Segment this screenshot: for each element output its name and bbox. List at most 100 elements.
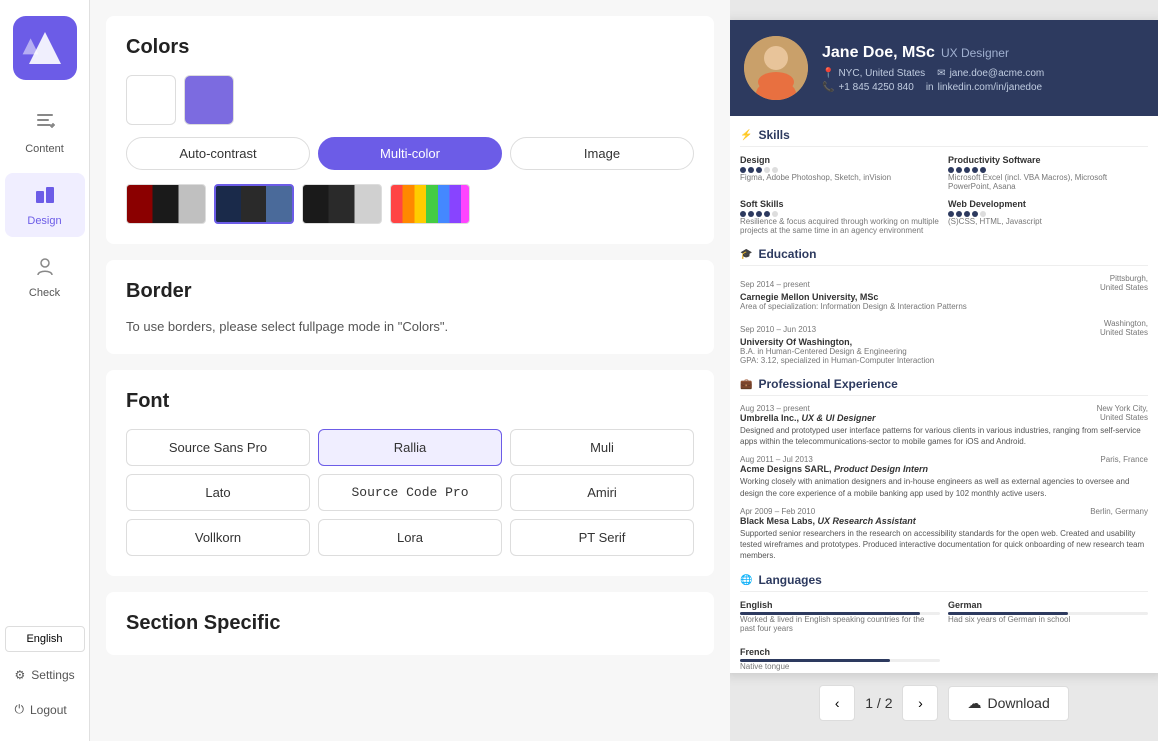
- sidebar-item-content[interactable]: Content: [5, 101, 85, 165]
- color-presets: [126, 184, 694, 224]
- font-title: Font: [126, 390, 694, 413]
- skill-design: Design Figma, Adobe Photoshop, Sketch, i…: [740, 155, 940, 191]
- edu-cmu: Sep 2014 – present Carnegie Mellon Unive…: [740, 274, 1148, 311]
- multi-color-button[interactable]: Multi-color: [318, 137, 502, 170]
- colors-section: Colors Auto-contrast Multi-color Image: [106, 16, 714, 244]
- color-preset-1[interactable]: [126, 184, 206, 224]
- font-amiri[interactable]: Amiri: [510, 474, 694, 511]
- exp-blackmesa: Apr 2009 – Feb 2010 Black Mesa Labs, UX …: [740, 507, 1148, 562]
- sidebar-item-design-label: Design: [27, 215, 61, 227]
- skill-webdev: Web Development (S)CSS, HTML, Javascript: [948, 199, 1148, 235]
- resume-container: Jane Doe, MSc UX Designer 📍 NYC, United …: [730, 20, 1158, 673]
- content-icon: [34, 111, 56, 139]
- color-preset-4[interactable]: [390, 184, 470, 224]
- font-grid: Source Sans Pro Rallia Muli Lato Source …: [126, 429, 694, 556]
- experience-icon: 💼: [740, 379, 752, 390]
- skills-title: Skills: [758, 128, 789, 142]
- colors-title: Colors: [126, 36, 694, 59]
- skill-productivity: Productivity Software Microsoft Excel (i…: [948, 155, 1148, 191]
- border-title: Border: [126, 280, 694, 303]
- linkedin-icon: in: [926, 82, 934, 93]
- font-rallia[interactable]: Rallia: [318, 429, 502, 466]
- skill-soft: Soft Skills Resilience & focus acquired …: [740, 199, 940, 235]
- section-specific-title: Section Specific: [126, 612, 694, 635]
- languages-title: Languages: [758, 573, 821, 587]
- lang-grid: English Worked & lived in English speaki…: [740, 600, 1148, 673]
- font-muli[interactable]: Muli: [510, 429, 694, 466]
- skills-icon: ⚡: [740, 130, 752, 141]
- sidebar-item-check[interactable]: Check: [5, 245, 85, 309]
- prev-page-button[interactable]: ‹: [819, 685, 855, 721]
- auto-contrast-button[interactable]: Auto-contrast: [126, 137, 310, 170]
- sidebar: Content Design Check English ⚙ Settings …: [0, 0, 90, 741]
- border-desc: To use borders, please select fullpage m…: [126, 319, 694, 334]
- font-section: Font Source Sans Pro Rallia Muli Lato So…: [106, 370, 714, 576]
- resume-body: ⚡ Skills Design Figma, Adobe Photosh: [730, 116, 1158, 673]
- edu-uw: Sep 2010 – Jun 2013 University Of Washin…: [740, 319, 1148, 365]
- color-swatches: [126, 75, 694, 125]
- languages-section: 🌐 Languages English Worked & lived in En…: [740, 573, 1148, 673]
- color-preset-2[interactable]: [214, 184, 294, 224]
- logout-button[interactable]: ⏻ Logout: [5, 694, 85, 725]
- nav-controls: ‹ 1 / 2 › ☁ Download: [819, 685, 1069, 721]
- section-specific: Section Specific: [106, 592, 714, 655]
- experience-header: 💼 Professional Experience: [740, 377, 1148, 396]
- resume-panel: Jane Doe, MSc UX Designer 📍 NYC, United …: [730, 0, 1158, 741]
- resume-avatar: [744, 36, 808, 100]
- color-buttons: Auto-contrast Multi-color Image: [126, 137, 694, 170]
- download-icon: ☁: [967, 695, 981, 712]
- page-indicator: 1 / 2: [865, 695, 892, 711]
- resume-header: Jane Doe, MSc UX Designer 📍 NYC, United …: [730, 20, 1158, 116]
- phone-icon: 📞: [822, 82, 834, 93]
- logout-label: Logout: [30, 703, 67, 717]
- sidebar-logo: [13, 16, 77, 85]
- resume-contact: 📍 NYC, United States ✉ jane.doe@acme.com…: [822, 68, 1144, 93]
- sidebar-item-content-label: Content: [25, 143, 64, 155]
- sidebar-item-design[interactable]: Design: [5, 173, 85, 237]
- font-source-sans-pro[interactable]: Source Sans Pro: [126, 429, 310, 466]
- next-page-button[interactable]: ›: [902, 685, 938, 721]
- settings-icon: ⚙: [15, 668, 26, 682]
- contact-phone: 📞 +1 845 4250 840 in linkedin.com/in/jan…: [822, 82, 1144, 93]
- settings-label: Settings: [31, 668, 74, 682]
- border-section: Border To use borders, please select ful…: [106, 260, 714, 354]
- logout-icon: ⏻: [15, 702, 25, 717]
- education-icon: 🎓: [740, 249, 752, 260]
- check-icon: [34, 255, 56, 283]
- languages-header: 🌐 Languages: [740, 573, 1148, 592]
- skills-grid: Design Figma, Adobe Photoshop, Sketch, i…: [740, 155, 1148, 235]
- color-preset-3[interactable]: [302, 184, 382, 224]
- skills-section: ⚡ Skills Design Figma, Adobe Photosh: [740, 128, 1148, 235]
- resume-name-block: Jane Doe, MSc UX Designer 📍 NYC, United …: [822, 44, 1144, 93]
- settings-button[interactable]: ⚙ Settings: [5, 660, 85, 690]
- font-pt-serif[interactable]: PT Serif: [510, 519, 694, 556]
- email-icon: ✉: [937, 68, 945, 79]
- languages-icon: 🌐: [740, 575, 752, 586]
- language-button[interactable]: English: [5, 626, 85, 652]
- font-source-code-pro[interactable]: Source Code Pro: [318, 474, 502, 511]
- color-swatch-purple[interactable]: [184, 75, 234, 125]
- education-header: 🎓 Education: [740, 247, 1148, 266]
- sidebar-item-check-label: Check: [29, 287, 60, 299]
- lang-french: French Native tongue: [740, 647, 940, 671]
- exp-acme: Aug 2011 – Jul 2013 Acme Designs SARL, P…: [740, 455, 1148, 498]
- education-section: 🎓 Education Sep 2014 – present Carnegie …: [740, 247, 1148, 365]
- skills-header: ⚡ Skills: [740, 128, 1148, 147]
- lang-english: English Worked & lived in English speaki…: [740, 600, 940, 633]
- contact-location: 📍 NYC, United States ✉ jane.doe@acme.com: [822, 68, 1144, 79]
- location-icon: 📍: [822, 68, 834, 79]
- resume-name: Jane Doe, MSc: [822, 44, 935, 62]
- download-label: Download: [987, 695, 1049, 711]
- font-lora[interactable]: Lora: [318, 519, 502, 556]
- font-lato[interactable]: Lato: [126, 474, 310, 511]
- resume-job-title: UX Designer: [941, 46, 1009, 60]
- education-title: Education: [758, 247, 816, 261]
- exp-umbrella: Aug 2013 – present Umbrella Inc., UX & U…: [740, 404, 1148, 447]
- download-button[interactable]: ☁ Download: [948, 686, 1068, 721]
- color-swatch-white[interactable]: [126, 75, 176, 125]
- font-vollkorn[interactable]: Vollkorn: [126, 519, 310, 556]
- image-button[interactable]: Image: [510, 137, 694, 170]
- design-icon: [34, 183, 56, 211]
- experience-section: 💼 Professional Experience Aug 2013 – pre…: [740, 377, 1148, 561]
- main-panel: Colors Auto-contrast Multi-color Image B…: [90, 0, 730, 741]
